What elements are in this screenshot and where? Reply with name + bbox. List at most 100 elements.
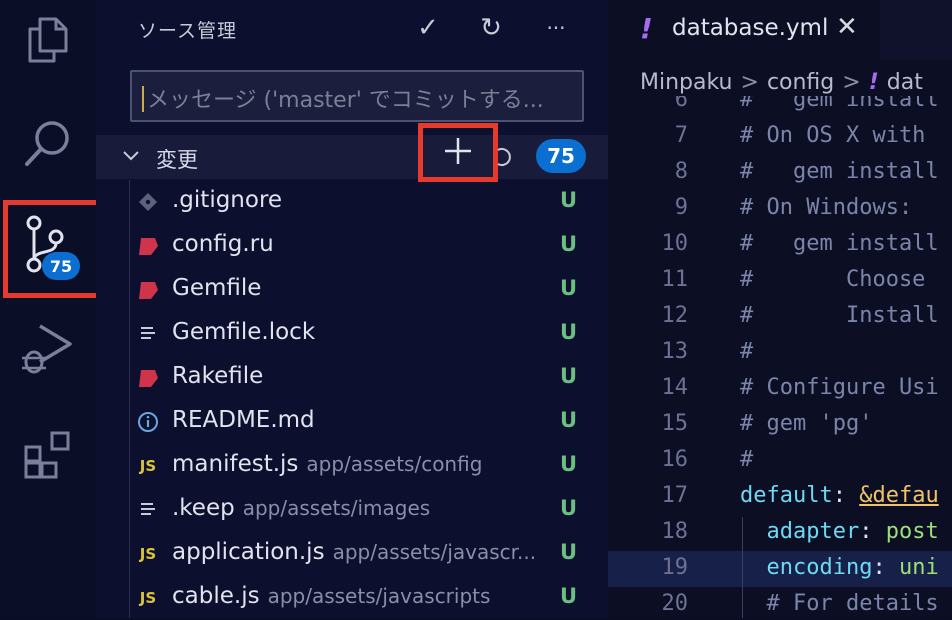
stage-all-changes-button[interactable] [418, 123, 498, 182]
js-icon-label: JS [139, 457, 157, 475]
close-icon[interactable]: ✕ [836, 12, 858, 42]
file-name: manifest.js app/assets/config [172, 451, 482, 477]
file-name: cable.js app/assets/javascripts [172, 583, 490, 609]
commit-button[interactable]: ✓ [408, 8, 448, 48]
yaml-indent [740, 519, 767, 544]
file-name-text: cable.js [172, 583, 260, 609]
code-line: 7 # On OS X with [608, 119, 952, 155]
file-row[interactable]: JS application.js app/assets/javascr... U [130, 532, 608, 576]
breadcrumb-item-config[interactable]: config [767, 70, 834, 95]
yaml-file-icon: ! [640, 12, 653, 45]
commit-message-input[interactable]: メッセージ ('master' でコミットする... [130, 70, 584, 122]
code-text: # gem install [740, 231, 939, 256]
file-name: .gitignore [172, 187, 282, 213]
chevron-down-icon [122, 147, 140, 170]
file-name: Rakefile [172, 363, 263, 389]
files-icon [24, 15, 72, 65]
tab-database-yml[interactable]: ! database.yml ✕ [608, 0, 880, 60]
untracked-status: U [560, 496, 578, 520]
breadcrumb-separator: > [842, 70, 861, 95]
line-number: 8 [674, 159, 688, 184]
file-name-text: application.js [172, 539, 325, 565]
code-line: 10 # gem install [608, 227, 952, 263]
more-actions-button[interactable]: ··· [536, 8, 576, 48]
changes-section-header[interactable]: 変更 [96, 135, 608, 179]
file-directory: app/assets/javascripts [267, 584, 491, 608]
changes-label: 変更 [156, 148, 198, 172]
js-icon-label: JS [139, 589, 157, 607]
code-text: # gem install [740, 159, 939, 184]
file-name: Gemfile.lock [172, 319, 315, 345]
line-number: 16 [661, 447, 689, 472]
run-debug-button[interactable] [0, 308, 96, 388]
untracked-status: U [560, 232, 578, 256]
lines-icon [136, 322, 160, 346]
untracked-status: U [560, 408, 578, 432]
refresh-icon: ↻ [480, 13, 502, 43]
extensions-icon [22, 429, 74, 481]
ellipsis-icon: ··· [546, 16, 566, 40]
file-row[interactable]: Gemfile U [130, 268, 608, 312]
source-control-badge: 75 [42, 252, 80, 280]
file-row[interactable]: JS manifest.js app/assets/config U [130, 444, 608, 488]
breadcrumb-item-minpaku[interactable]: Minpaku [640, 70, 733, 95]
file-row[interactable]: README.md U [130, 400, 608, 444]
plus-icon [443, 136, 473, 170]
panel-title: ソース管理 [138, 20, 238, 42]
code-text: # Choose [740, 267, 926, 292]
code-editor[interactable]: 6 # gem install 7 # On OS X with 8 # gem inst… [608, 96, 952, 618]
yaml-colon: : [859, 519, 886, 544]
info-icon [136, 410, 160, 434]
line-number: 6 [674, 96, 688, 112]
code-text: adapter: post [740, 519, 939, 544]
yaml-anchor: &defau [859, 483, 939, 508]
file-name: Gemfile [172, 275, 261, 301]
file-row[interactable]: Rakefile U [130, 356, 608, 400]
code-text: # Configure Usi [740, 375, 939, 400]
file-row[interactable]: JS cable.js app/assets/javascripts U [130, 576, 608, 620]
code-text: # gem install [740, 96, 939, 112]
extensions-button[interactable] [0, 415, 96, 495]
text-cursor [142, 86, 144, 112]
source-control-panel: ソース管理 ✓ ↻ ··· メッセージ ('master' でコミットする...… [96, 0, 608, 618]
refresh-button[interactable]: ↻ [471, 8, 511, 48]
yaml-indent [740, 555, 767, 580]
file-row[interactable]: .gitignore U [130, 180, 608, 224]
file-row[interactable]: .keep app/assets/images U [130, 488, 608, 532]
file-directory: app/assets/images [242, 496, 431, 520]
discard-icon[interactable] [496, 146, 512, 172]
indent-guide [742, 517, 743, 618]
code-text: default: &defau [740, 483, 939, 508]
file-directory: app/assets/config [306, 452, 483, 476]
line-number: 15 [661, 411, 689, 436]
file-name-text: manifest.js [172, 451, 299, 477]
file-name-text: Gemfile.lock [172, 319, 316, 345]
untracked-status: U [560, 540, 578, 564]
yaml-key: default [740, 483, 833, 508]
code-line: 15 # gem 'pg' [608, 407, 952, 443]
breadcrumb: Minpaku > config >! dat [640, 70, 923, 95]
code-line: 16 # [608, 443, 952, 479]
js-icon: JS [136, 586, 160, 610]
line-number: 12 [661, 303, 689, 328]
line-number: 14 [661, 375, 689, 400]
breadcrumb-separator: > [740, 70, 759, 95]
explorer-button[interactable] [0, 0, 96, 80]
file-row[interactable]: Gemfile.lock U [130, 312, 608, 356]
js-icon-label: JS [139, 545, 157, 563]
yaml-colon: : [872, 555, 899, 580]
yaml-value: uni [898, 555, 939, 580]
file-name-text: .keep [172, 495, 235, 521]
file-name: .keep app/assets/images [172, 495, 430, 521]
file-name-text: config.ru [172, 231, 274, 257]
line-number: 10 [661, 231, 689, 256]
js-icon: JS [136, 542, 160, 566]
file-name-text: .gitignore [172, 187, 283, 213]
untracked-status: U [560, 584, 578, 608]
breadcrumb-item-file[interactable]: dat [887, 70, 923, 95]
file-row[interactable]: config.ru U [130, 224, 608, 268]
code-line: 9 # On Windows: [608, 191, 952, 227]
changes-count-badge: 75 [536, 139, 586, 173]
search-button[interactable] [0, 104, 96, 184]
code-line: 17 default: &defau [608, 479, 952, 515]
